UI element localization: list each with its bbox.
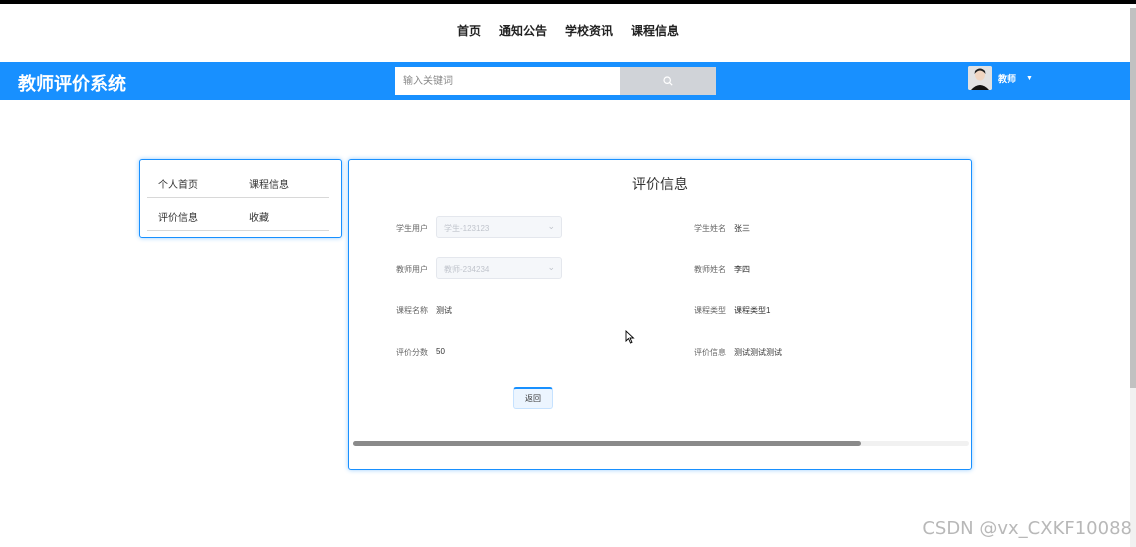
sidebar-row: 个人首页 课程信息 <box>147 165 329 198</box>
comment-label: 评价信息 <box>694 348 726 357</box>
student-name-label: 学生姓名 <box>694 224 726 233</box>
caret-down-icon: ▼ <box>1026 74 1033 82</box>
sidebar-row: 评价信息 收藏 <box>147 198 329 231</box>
chevron-down-icon: ⌄ <box>547 262 555 272</box>
teacher-name-value: 李四 <box>734 265 750 274</box>
nav-notices[interactable]: 通知公告 <box>499 22 547 39</box>
course-name-value: 测试 <box>436 306 452 315</box>
teacher-name-label: 教师姓名 <box>694 265 726 274</box>
sidebar-menu: 个人首页 课程信息 评价信息 收藏 <box>139 159 342 238</box>
score-value: 50 <box>436 347 445 356</box>
header-bar: 教师评价系统 教师 ▼ <box>0 62 1130 100</box>
student-user-select[interactable]: 学生-123123 ⌄ <box>436 216 562 238</box>
page-scrollbar-thumb[interactable] <box>1130 8 1136 388</box>
comment-value: 测试测试测试 <box>734 348 782 357</box>
mouse-cursor-icon <box>625 330 635 344</box>
sidebar-item-evaluations[interactable]: 评价信息 <box>158 209 198 224</box>
back-button[interactable]: 返回 <box>513 387 553 409</box>
student-user-value: 学生-123123 <box>444 224 490 233</box>
page: 首页 通知公告 学校资讯 课程信息 教师评价系统 输入关键词 教师 ▼ 个人首页… <box>0 0 1136 547</box>
page-scrollbar[interactable] <box>1130 8 1136 547</box>
search-box <box>395 67 716 95</box>
nav-home[interactable]: 首页 <box>457 22 481 39</box>
student-user-label: 学生用户 <box>396 224 428 233</box>
student-name-value: 张三 <box>734 224 750 233</box>
course-type-value: 课程类型1 <box>734 306 771 315</box>
user-name: 教师 <box>998 73 1017 84</box>
course-name-label: 课程名称 <box>396 306 428 315</box>
horizontal-scrollbar-thumb[interactable] <box>353 441 861 446</box>
top-nav: 首页 通知公告 学校资讯 课程信息 <box>0 22 1136 39</box>
teacher-user-label: 教师用户 <box>396 265 428 274</box>
app-title: 教师评价系统 <box>18 74 126 94</box>
teacher-user-value: 教师-234234 <box>444 265 490 274</box>
watermark: CSDN @vx_CXKF10088 <box>922 518 1132 539</box>
page-title: 评价信息 <box>632 176 688 192</box>
sidebar-item-favorites[interactable]: 收藏 <box>249 209 269 224</box>
horizontal-scrollbar[interactable] <box>353 441 969 446</box>
course-type-label: 课程类型 <box>694 306 726 315</box>
sidebar-item-course-info[interactable]: 课程信息 <box>249 176 289 191</box>
teacher-user-select[interactable]: 教师-234234 ⌄ <box>436 257 562 279</box>
sidebar-item-profile[interactable]: 个人首页 <box>158 176 198 191</box>
evaluation-detail-card: 评价信息 学生用户 学生-123123 ⌄ 学生姓名 张三 教师用户 教师-23… <box>348 159 972 470</box>
search-input[interactable] <box>395 67 620 95</box>
search-icon <box>663 76 673 86</box>
nav-school-news[interactable]: 学校资讯 <box>565 22 613 39</box>
avatar <box>968 66 992 90</box>
nav-course-info[interactable]: 课程信息 <box>631 22 679 39</box>
user-menu[interactable]: 教师 ▼ <box>968 66 1033 90</box>
score-label: 评价分数 <box>396 348 428 357</box>
chevron-down-icon: ⌄ <box>547 221 555 231</box>
search-button[interactable] <box>620 67 716 95</box>
